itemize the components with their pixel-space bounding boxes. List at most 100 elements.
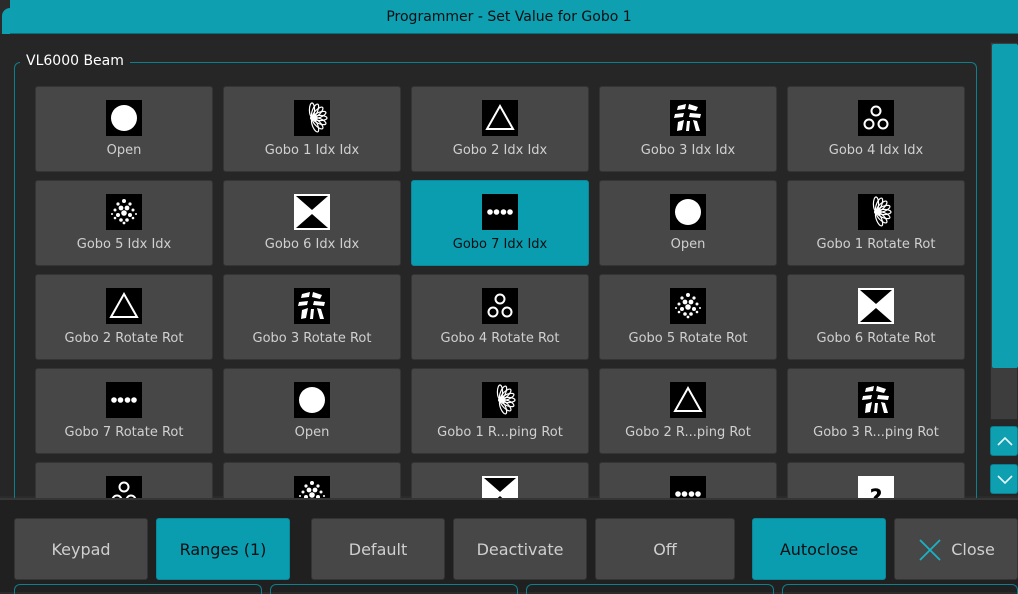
shards-gobo-icon [294,288,330,324]
bottom-bar-divider [0,498,1018,500]
shards-gobo-icon [858,382,894,418]
gobo-value-cell-label: Gobo 4 Rotate Rot [440,331,560,346]
title-bar: Programmer - Set Value for Gobo 1 [0,0,1018,34]
gobo-value-cell-label: Gobo 4 Idx Idx [828,143,924,158]
gobo-value-cell[interactable]: Gobo 7 Rotate Rot [35,368,213,454]
triangle-gobo-icon [670,382,706,418]
gobo-value-cell-label: Gobo 2 R...ping Rot [625,425,751,440]
gobo-value-cell-label: Gobo 7 Rotate Rot [64,425,184,440]
gobo-value-grid: Open Gobo 1 Idx Idx Gobo 2 Idx Idx Gobo 3 I… [35,86,969,498]
gobo-value-cell-label: Gobo 6 Rotate Rot [816,331,936,346]
off-button[interactable]: Off [595,518,735,580]
fixture-group-label: VL6000 Beam [20,51,130,71]
open-circle-icon [106,100,142,136]
svg-text:?: ? [870,486,883,498]
gobo-value-cell-label: Open [670,237,706,252]
three-rings-gobo-icon [858,100,894,136]
gobo-value-cell-label: Gobo 7 Idx Idx [452,237,548,252]
scroll-up-button[interactable] [990,426,1018,456]
three-rings-gobo-icon [482,288,518,324]
gobo-value-cell[interactable] [599,462,777,498]
deactivate-button-label: Deactivate [476,539,564,559]
gobo-value-cell[interactable]: Gobo 6 Idx Idx [223,180,401,266]
gobo-value-cell[interactable] [35,462,213,498]
scroll-down-button[interactable] [990,464,1018,494]
open-circle-icon [294,382,330,418]
gobo-value-cell-label: Gobo 1 Idx Idx [264,143,360,158]
gobo-value-cell[interactable]: Gobo 1 Rotate Rot [787,180,965,266]
gobo-value-cell[interactable]: Gobo 6 Rotate Rot [787,274,965,360]
dot-cluster-gobo-icon [294,476,330,498]
bottom-tab-stub [14,584,262,594]
gobo-value-cell[interactable]: Open [223,368,401,454]
gobo-value-cell-label: Gobo 3 Rotate Rot [252,331,372,346]
star-burst-gobo-icon [858,194,894,230]
gobo-value-cell-label: Open [294,425,330,440]
close-button[interactable]: Close [894,518,1018,580]
gobo-value-cell[interactable] [411,462,589,498]
gobo-value-cell-label: Gobo 2 Rotate Rot [64,331,184,346]
gobo-value-cell[interactable] [223,462,401,498]
gobo-value-cell-label: Gobo 3 Idx Idx [640,143,736,158]
four-triangles-gobo-icon [294,194,330,230]
ranges-button-label: Ranges (1) [179,539,267,559]
gobo-value-cell[interactable]: Gobo 3 Idx Idx [599,86,777,172]
four-triangles-gobo-icon [858,288,894,324]
triangle-gobo-icon [482,100,518,136]
triangle-gobo-icon [106,288,142,324]
gobo-value-cell-label: Open [106,143,142,158]
off-button-label: Off [653,539,677,559]
default-button-label: Default [348,539,408,559]
dot-row-gobo-icon [482,194,518,230]
gobo-value-cell[interactable]: Gobo 7 Idx Idx [411,180,589,266]
bottom-tab-stub [270,584,518,594]
shards-gobo-icon [670,100,706,136]
ranges-button[interactable]: Ranges (1) [156,518,290,580]
gobo-value-cell-label: Gobo 5 Idx Idx [76,237,172,252]
three-rings-gobo-icon [106,476,142,498]
gobo-value-cell-label: Gobo 6 Idx Idx [264,237,360,252]
gobo-value-cell[interactable]: ? [787,462,965,498]
chevron-up-icon [997,436,1013,446]
gobo-value-cell[interactable]: Gobo 5 Rotate Rot [599,274,777,360]
gobo-value-cell[interactable]: Gobo 5 Idx Idx [35,180,213,266]
star-burst-gobo-icon [294,100,330,136]
dot-row-gobo-icon [106,382,142,418]
gobo-value-cell-label: Gobo 5 Rotate Rot [628,331,748,346]
gobo-value-cell[interactable]: Gobo 3 Rotate Rot [223,274,401,360]
gobo-value-cell[interactable]: Gobo 1 R...ping Rot [411,368,589,454]
close-button-label: Close [951,539,995,559]
chevron-down-icon [997,475,1013,485]
four-triangles-gobo-icon [482,476,518,498]
gobo-value-cell[interactable]: Gobo 4 Idx Idx [787,86,965,172]
autoclose-button[interactable]: Autoclose [752,518,886,580]
gobo-value-cell[interactable]: Gobo 4 Rotate Rot [411,274,589,360]
window-title: Programmer - Set Value for Gobo 1 [386,9,632,25]
dot-row-gobo-icon [670,476,706,498]
gobo-value-cell-label: Gobo 2 Idx Idx [452,143,548,158]
gobo-value-cell-label: Gobo 3 R...ping Rot [813,425,939,440]
open-circle-icon [670,194,706,230]
default-button[interactable]: Default [311,518,445,580]
autoclose-button-label: Autoclose [779,539,859,559]
gobo-value-cell[interactable]: Open [599,180,777,266]
dot-cluster-gobo-icon [670,288,706,324]
keypad-button[interactable]: Keypad [14,518,148,580]
gobo-value-cell[interactable]: Gobo 1 Idx Idx [223,86,401,172]
gobo-value-cell[interactable]: Gobo 2 R...ping Rot [599,368,777,454]
gobo-value-cell[interactable]: Gobo 2 Idx Idx [411,86,589,172]
gobo-value-cell[interactable]: Gobo 2 Rotate Rot [35,274,213,360]
gobo-value-cell-label: Gobo 1 Rotate Rot [816,237,936,252]
bottom-tab-stub [782,584,1018,594]
deactivate-button[interactable]: Deactivate [453,518,587,580]
gobo-value-cell-label: Gobo 1 R...ping Rot [437,425,563,440]
keypad-button-label: Keypad [51,539,111,559]
close-icon [919,538,941,561]
gobo-value-cell[interactable]: Gobo 3 R...ping Rot [787,368,965,454]
grid-scrollbar-thumb[interactable] [992,44,1018,368]
star-burst-gobo-icon [482,382,518,418]
bottom-tab-stub [526,584,774,594]
dot-cluster-gobo-icon [106,194,142,230]
unknown-question-icon: ? [858,476,894,498]
gobo-value-cell[interactable]: Open [35,86,213,172]
